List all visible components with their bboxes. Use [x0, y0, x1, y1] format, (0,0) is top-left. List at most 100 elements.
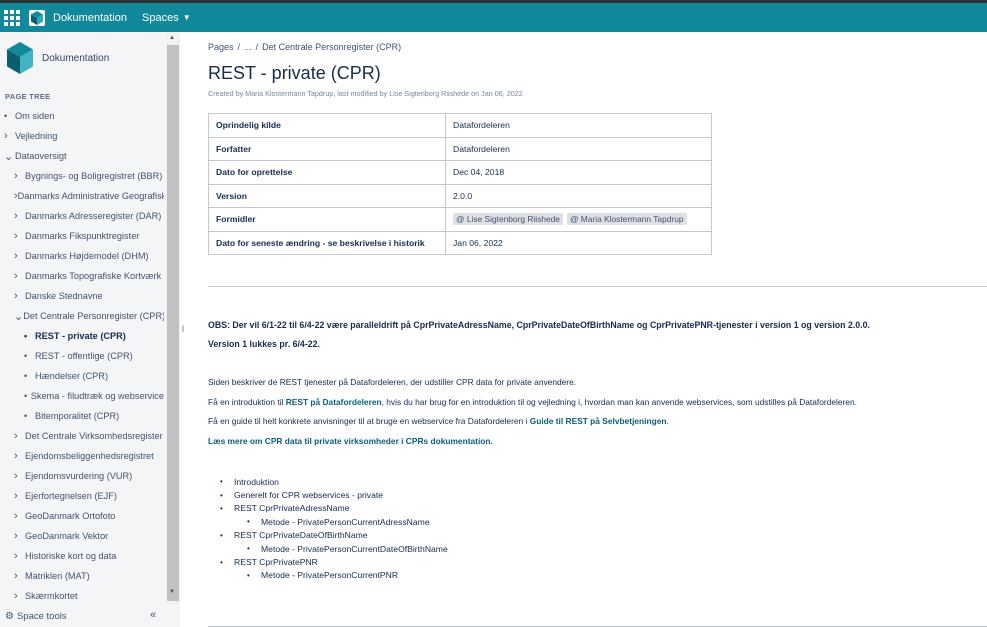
- breadcrumb-ellipsis[interactable]: ...: [244, 42, 252, 52]
- toc-item: • REST CprPrivateDateOfBirthName: [220, 529, 448, 542]
- nav-dokumentation-link[interactable]: Dokumentation: [53, 12, 127, 24]
- sidebar-tree-item[interactable]: › Ejerfortegnelsen (EJF): [14, 488, 164, 504]
- sidebar-tree-item[interactable]: • Skema - filudtræk og webservice: [24, 388, 164, 404]
- app-switcher-icon[interactable]: [3, 9, 20, 26]
- toc-item: • REST CprPrivateAdressName: [220, 502, 448, 515]
- chevron-right-icon[interactable]: ›: [14, 250, 25, 262]
- sidebar-tree-item[interactable]: › GeoDanmark Ortofoto: [14, 508, 164, 524]
- sidebar-tree-item[interactable]: › Danmarks Adresseregister (DAR): [14, 208, 164, 224]
- sidebar-tree-item[interactable]: • REST - private (CPR): [24, 328, 164, 344]
- sidebar-tree-item[interactable]: › Vejledning: [4, 128, 164, 144]
- chevron-right-icon[interactable]: ›: [14, 470, 25, 482]
- chevron-right-icon[interactable]: ›: [14, 290, 25, 302]
- sidebar: Dokumentation PAGE TREE • Om siden › Vejled…: [0, 32, 180, 627]
- top-navigation-bar: Dokumentation Spaces ▼: [0, 3, 987, 32]
- chevron-right-icon[interactable]: ›: [14, 210, 25, 222]
- sidebar-tree-item[interactable]: › Matriklen (MAT): [14, 568, 164, 584]
- rest-datafordeleren-link[interactable]: REST på Datafordeleren: [286, 397, 382, 407]
- sidebar-tree-item[interactable]: › Danmarks Højdemodel (DHM): [14, 248, 164, 264]
- sidebar-tree-item[interactable]: • Hændelser (CPR): [24, 368, 164, 384]
- user-mention-link[interactable]: @ Lise Sigtenborg Riishede: [453, 213, 563, 226]
- chevron-right-icon[interactable]: ›: [14, 590, 25, 602]
- scroll-up-arrow-icon[interactable]: ▲: [169, 35, 175, 41]
- breadcrumb-separator: /: [255, 42, 259, 52]
- sidebar-tree-item[interactable]: ⌄ Dataoversigt: [4, 148, 164, 164]
- toc-link[interactable]: Metode - PrivatePersonCurrentDateOfBirth…: [261, 544, 448, 554]
- gear-icon[interactable]: ⚙: [5, 611, 14, 622]
- chevron-right-icon[interactable]: ›: [14, 170, 25, 182]
- sidebar-tree-item[interactable]: › GeoDanmark Vektor: [14, 528, 164, 544]
- page-title: REST - private (CPR): [208, 63, 381, 83]
- sidebar-scrollbar-thumb[interactable]: [167, 45, 179, 601]
- sidebar-tree-item[interactable]: • Om siden: [4, 108, 164, 124]
- guide-rest-link[interactable]: Guide til REST på Selvbetjeningen: [530, 416, 667, 426]
- chevron-right-icon[interactable]: ›: [14, 530, 25, 542]
- rest-intro-paragraph: Få en introduktion til REST på Dataforde…: [208, 397, 857, 407]
- table-key-cell: Forfatter: [208, 136, 446, 161]
- sidebar-tree-item[interactable]: › Skærmkortet: [14, 588, 164, 604]
- chevron-right-icon[interactable]: ›: [14, 570, 25, 582]
- sidebar-tree-item[interactable]: › Ejendomsvurdering (VUR): [14, 468, 164, 484]
- chevron-right-icon[interactable]: ›: [14, 550, 25, 562]
- sidebar-tree-item[interactable]: › Bygnings- og Boligregistret (BBR): [14, 168, 164, 184]
- sidebar-tree-item[interactable]: • REST - offentlige (CPR): [24, 348, 164, 364]
- bullet-icon: •: [24, 351, 28, 361]
- scroll-down-arrow-icon[interactable]: ▼: [169, 589, 175, 595]
- chevron-right-icon[interactable]: ›: [14, 450, 25, 462]
- chevron-right-icon[interactable]: ›: [14, 510, 25, 522]
- spaces-menu[interactable]: Spaces ▼: [142, 12, 191, 24]
- table-row: Oprindelig kilde Datafordeleren: [208, 113, 712, 138]
- page-tree-heading: PAGE TREE: [5, 92, 51, 101]
- chevron-right-icon[interactable]: ›: [14, 430, 25, 442]
- sidebar-tree-item[interactable]: › Danske Stednavne: [14, 288, 164, 304]
- toc-link[interactable]: Generelt for CPR webservices - private: [234, 490, 383, 500]
- sidebar-tree-item[interactable]: › Ejendomsbeliggenhedsregistret: [14, 448, 164, 464]
- toc-link[interactable]: REST CprPrivateDateOfBirthName: [234, 530, 368, 540]
- sidebar-tree-item[interactable]: › Det Centrale Virksomhedsregister: [14, 428, 164, 444]
- breadcrumb-pages-link[interactable]: Pages: [208, 42, 234, 52]
- bullet-icon: •: [24, 371, 28, 381]
- space-header[interactable]: Dokumentation: [5, 40, 165, 76]
- sidebar-tree-item-label: Det Centrale Virksomhedsregister: [25, 431, 163, 441]
- sidebar-tree-item[interactable]: › Historiske kort og data: [14, 548, 164, 564]
- main-content: Pages /... / Det Centrale Personregister (C…: [180, 32, 987, 627]
- sidebar-tree-item-label: Danske Stednavne: [25, 291, 103, 301]
- table-value-cell: Dec 04, 2018: [445, 160, 712, 185]
- chevron-down-icon[interactable]: ⌄: [14, 310, 23, 323]
- toc-link[interactable]: Introduktion: [234, 477, 279, 487]
- table-key-cell: Formidler: [208, 207, 446, 232]
- sidebar-tree-item[interactable]: ›Danmarks Administrative Geografiske Ind…: [14, 188, 164, 204]
- chevron-right-icon[interactable]: ›: [14, 270, 25, 282]
- chevron-right-icon[interactable]: ›: [14, 230, 25, 242]
- toc-link[interactable]: REST CprPrivateAdressName: [234, 503, 349, 513]
- table-row: Formidler @ Lise Sigtenborg Riishede @ Mar…: [208, 207, 712, 232]
- sidebar-tree-item[interactable]: › Danmarks Fikspunktregister: [14, 228, 164, 244]
- confluence-logo-icon[interactable]: [29, 9, 45, 26]
- sidebar-tree-item[interactable]: › Danmarks Topografiske Kortværk: [14, 268, 164, 284]
- user-mention-link[interactable]: @ Maria Klostermann Tapdrup: [566, 213, 687, 226]
- table-value-cell: 2.0.0: [445, 183, 712, 208]
- chevron-right-icon[interactable]: ›: [14, 490, 25, 502]
- sidebar-tree-item[interactable]: ⌄ Det Centrale Personregister (CPR): [14, 308, 164, 324]
- chevron-right-icon[interactable]: ›: [4, 130, 15, 142]
- cpr-docs-link[interactable]: Læs mere om CPR data til private virksom…: [208, 436, 493, 446]
- table-value-cell: Datafordeleren: [445, 113, 712, 138]
- collapse-sidebar-icon[interactable]: «: [150, 609, 156, 621]
- table-key-cell: Oprindelig kilde: [208, 113, 446, 138]
- table-row: Version 2.0.0: [208, 183, 712, 208]
- intro-paragraph: Siden beskriver de REST tjenester på Dat…: [208, 377, 577, 387]
- toc-link[interactable]: REST CprPrivatePNR: [234, 557, 318, 567]
- toc-link[interactable]: Metode - PrivatePersonCurrentAdressName: [261, 517, 430, 527]
- breadcrumb-current-link[interactable]: Det Centrale Personregister (CPR): [262, 42, 401, 52]
- toc-item: • Generelt for CPR webservices - private: [220, 488, 448, 501]
- text: Få en introduktion til: [208, 397, 286, 407]
- metadata-table: Oprindelig kilde Datafordeleren Forfatter D…: [208, 113, 712, 255]
- space-tools-button[interactable]: Space tools: [17, 611, 67, 622]
- space-logo-icon: [7, 42, 33, 74]
- toc-link[interactable]: Metode - PrivatePersonCurrentPNR: [261, 570, 398, 580]
- toc-item: • Introduktion: [220, 475, 448, 488]
- sidebar-tree-item[interactable]: • Bitemporalitet (CPR): [24, 408, 164, 424]
- sidebar-tree-item-label: Danmarks Administrative Geografiske Indd…: [17, 191, 164, 201]
- chevron-down-icon[interactable]: ⌄: [4, 150, 15, 163]
- bullet-icon: •: [4, 111, 8, 121]
